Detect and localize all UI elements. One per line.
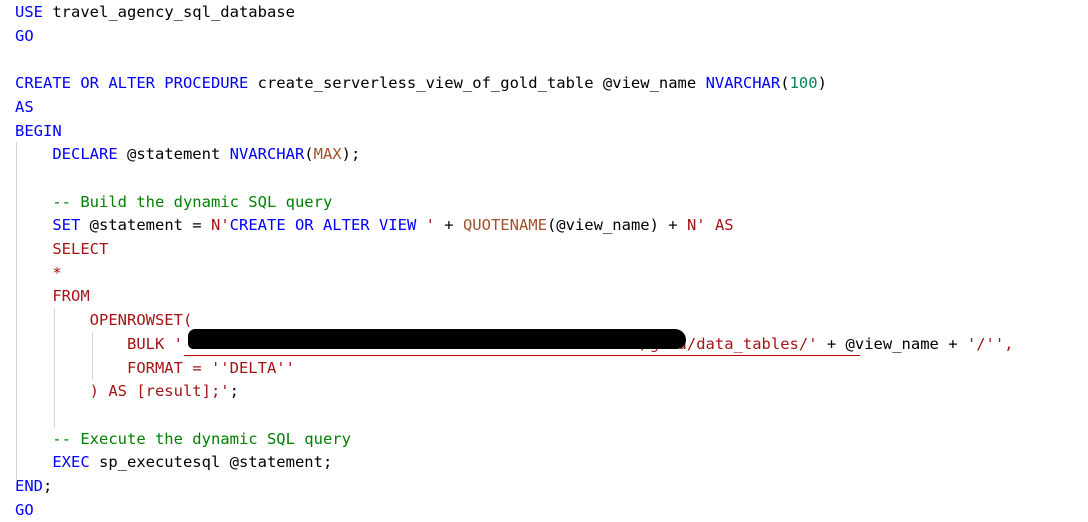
code-line[interactable]: FROM <box>15 285 90 309</box>
code-line[interactable]: DECLARE @statement NVARCHAR(MAX); <box>15 143 360 167</box>
code-token: FORMAT = ''DELTA'' <box>126 358 295 377</box>
code-token: create_serverless_view_of_gold_table @vi… <box>248 74 706 93</box>
code-line[interactable]: SELECT <box>15 238 108 262</box>
code-token: DECLARE <box>52 145 118 164</box>
code-token: OPENROWSET( <box>89 311 193 330</box>
redacted-storage-path <box>188 329 686 349</box>
code-line[interactable]: CREATE OR ALTER PROCEDURE create_serverl… <box>15 72 827 96</box>
code-token: + @view_name + <box>817 334 967 353</box>
code-token: (@view_name) + <box>546 216 687 235</box>
code-token: MAX <box>313 145 342 164</box>
code-token: END <box>15 477 43 495</box>
sql-code-editor[interactable]: USE travel_agency_sql_database GO CREATE O… <box>0 0 1088 519</box>
code-token: travel_agency_sql_database <box>43 3 295 21</box>
code-token: -- Build the dynamic SQL query <box>52 192 333 211</box>
code-token: ( <box>304 145 314 164</box>
code-token: ' <box>416 216 435 235</box>
indent-guide-begin <box>16 142 17 482</box>
code-line[interactable]: AS <box>15 96 34 120</box>
code-token: ) AS [result];' <box>89 382 230 401</box>
code-line[interactable]: * <box>15 262 62 286</box>
code-token: @statement = <box>80 216 211 235</box>
code-line[interactable]: SET @statement = N'CREATE OR ALTER VIEW … <box>15 214 734 238</box>
code-line[interactable]: BEGIN <box>15 120 62 144</box>
code-token: NVARCHAR <box>229 145 305 164</box>
code-token: -- Execute the dynamic SQL query <box>52 429 351 448</box>
code-token: EXEC <box>52 453 90 472</box>
code-token: SELECT <box>52 240 109 258</box>
code-token: ) <box>817 74 827 93</box>
code-token: ); <box>341 145 361 164</box>
code-token: FROM <box>52 287 90 306</box>
code-token: SET <box>52 216 81 235</box>
code-token: N' <box>210 216 230 235</box>
indent-guide-bulk <box>92 332 93 380</box>
error-squiggle <box>184 355 860 356</box>
code-line[interactable]: GO <box>15 25 34 49</box>
code-token: NVARCHAR <box>705 74 781 93</box>
code-token: GO <box>15 500 34 519</box>
code-token: ; <box>43 477 53 495</box>
code-token: N' AS <box>686 216 734 235</box>
code-token: USE <box>15 3 43 21</box>
code-line[interactable]: FORMAT = ''DELTA'' <box>15 357 295 381</box>
code-token: GO <box>15 26 34 45</box>
code-token: QUOTENAME <box>462 216 547 235</box>
code-line[interactable]: EXEC sp_executesql @statement; <box>15 451 332 475</box>
code-token: @statement <box>117 145 230 164</box>
code-token: BEGIN <box>15 121 62 140</box>
code-line[interactable]: ) AS [result];'; <box>15 380 239 404</box>
code-line[interactable]: USE travel_agency_sql_database <box>15 1 295 25</box>
code-token: CREATE OR ALTER VIEW <box>229 216 417 235</box>
code-token: '/'', <box>966 334 1014 353</box>
code-token: 100 <box>789 74 818 93</box>
code-line[interactable]: OPENROWSET( <box>15 309 193 333</box>
indent-guide-openrowset <box>54 308 55 428</box>
code-token: ( <box>780 74 790 93</box>
code-token: ; <box>229 382 239 401</box>
code-line[interactable]: GO <box>15 499 34 522</box>
code-token: AS <box>15 97 34 116</box>
code-token: sp_executesql @statement; <box>89 453 333 472</box>
code-line[interactable]: -- Execute the dynamic SQL query <box>15 428 351 452</box>
code-line[interactable]: END; <box>15 475 52 499</box>
code-token: + <box>434 216 463 235</box>
code-token: * <box>52 263 62 282</box>
code-line[interactable]: -- Build the dynamic SQL query <box>15 191 332 215</box>
code-token: CREATE OR ALTER PROCEDURE <box>15 74 249 93</box>
